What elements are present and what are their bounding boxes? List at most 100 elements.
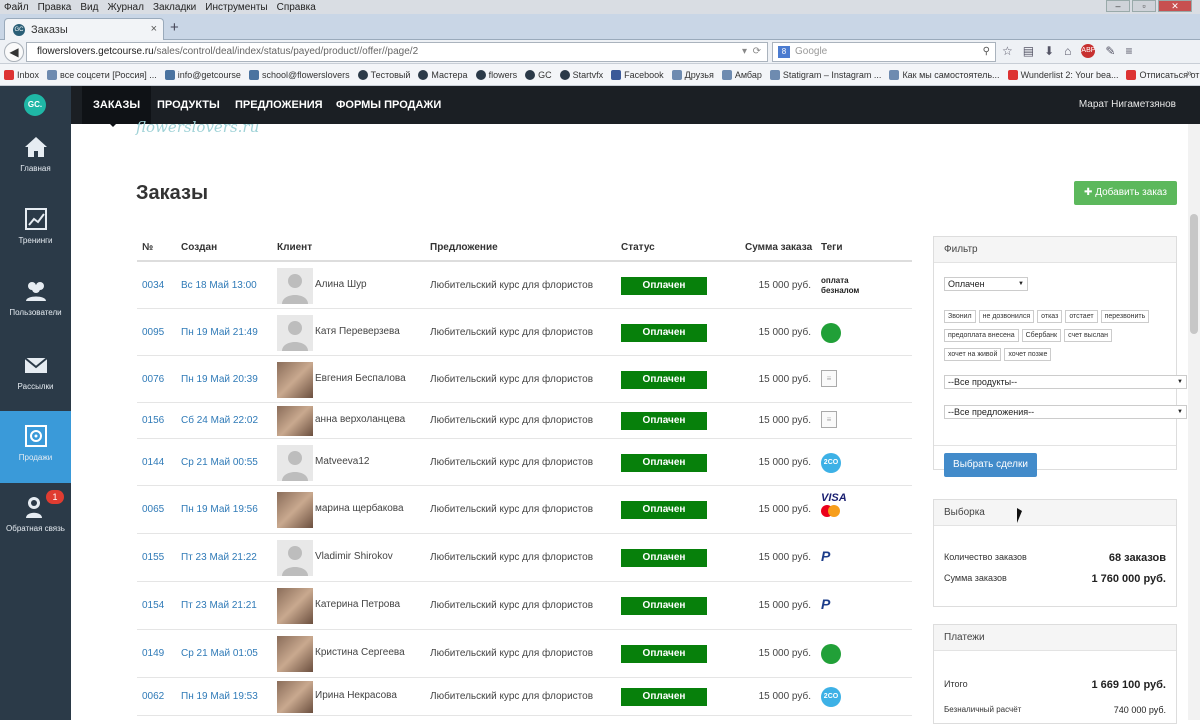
menu-item[interactable]: Закладки <box>153 2 196 13</box>
bookmark-item[interactable]: Мастера <box>418 69 468 80</box>
menu-item[interactable]: Вид <box>80 2 98 13</box>
order-date-link[interactable]: Ср 21 Май 01:05 <box>181 648 258 659</box>
order-date-link[interactable]: Пн 19 Май 19:53 <box>181 691 258 702</box>
bookmark-item[interactable]: Амбар <box>721 69 762 80</box>
order-number-link[interactable]: 0144 <box>142 457 164 468</box>
bookmark-item[interactable]: все соцсети [Россия] ... <box>47 69 157 80</box>
close-tab-icon[interactable]: × <box>151 23 157 35</box>
table-row[interactable]: 0065 Пн 19 Май 19:56 марина щербакова Любит… <box>137 486 912 534</box>
bookmark-item[interactable]: Тестовый <box>357 69 410 80</box>
menu-item[interactable]: Инструменты <box>205 2 267 13</box>
order-number-link[interactable]: 0076 <box>142 374 164 385</box>
getcourse-logo[interactable]: GC. <box>24 94 46 116</box>
offers-select[interactable]: --Все предложения-- ▼ <box>944 405 1187 419</box>
table-row[interactable]: 0034 Вс 18 Май 13:00 Алина Шур Любительский… <box>137 262 912 309</box>
client-name[interactable]: Катерина Петрова <box>315 599 400 610</box>
client-name[interactable]: Ирина Некрасова <box>315 690 397 701</box>
scrollbar-thumb[interactable] <box>1190 214 1198 334</box>
order-number-link[interactable]: 0062 <box>142 691 164 702</box>
table-row[interactable]: 0155 Пт 23 Май 21:22 Vladimir Shirokov Люби… <box>137 534 912 582</box>
tag-filter-chip[interactable]: отстает <box>1065 310 1098 323</box>
client-name[interactable]: Катя Переверзева <box>315 326 400 337</box>
order-date-link[interactable]: Вс 18 Май 13:00 <box>181 280 257 291</box>
bookmarks-list-icon[interactable]: ▤ <box>1023 44 1034 58</box>
tag-filter-chip[interactable]: предоплата внесена <box>944 329 1019 342</box>
bookmark-item[interactable]: flowers <box>475 69 517 80</box>
sidebar-item-envelope[interactable]: Рассылки <box>0 340 71 412</box>
tag-filter-chip[interactable]: перезвонить <box>1100 310 1150 323</box>
tag-filter-chip[interactable]: Сбербанк <box>1021 329 1062 342</box>
add-order-button[interactable]: ✚ Добавить заказ <box>1074 181 1177 205</box>
order-date-link[interactable]: Ср 21 Май 00:55 <box>181 457 258 468</box>
sidebar-item-safe[interactable]: Продажи <box>0 411 71 483</box>
select-deals-button[interactable]: Выбрать сделки <box>944 453 1037 477</box>
search-input[interactable]: 8 Google ⚲ <box>772 42 996 62</box>
tab-orders[interactable]: GC Заказы × <box>4 18 164 40</box>
bookmark-item[interactable]: GC <box>525 69 552 80</box>
tag-filter-chip[interactable]: хочет позже <box>1004 348 1052 361</box>
order-number-link[interactable]: 0095 <box>142 327 164 338</box>
bookmark-item[interactable]: Как мы самостоятель... <box>889 69 1000 80</box>
tag-filter-chip[interactable]: хочет на живой <box>944 348 1002 361</box>
order-number-link[interactable]: 0156 <box>142 415 164 426</box>
sidebar-item-users[interactable]: Пользователи <box>0 266 71 338</box>
order-number-link[interactable]: 0155 <box>142 552 164 563</box>
maximize-button[interactable]: ▫ <box>1132 0 1156 12</box>
table-row[interactable]: 0144 Ср 21 Май 00:55 Matveeva12 Любительски… <box>137 439 912 486</box>
table-row[interactable]: 0149 Ср 21 Май 01:05 Кристина Сергеева Люби… <box>137 630 912 678</box>
tag-filter-chip[interactable]: отказ <box>1037 310 1063 323</box>
client-name[interactable]: марина щербакова <box>315 503 404 514</box>
tag-filter-chip[interactable]: Звонил <box>944 310 976 323</box>
client-name[interactable]: Matveeva12 <box>315 456 369 467</box>
menu-item[interactable]: Журнал <box>107 2 144 13</box>
table-row[interactable]: 0095 Пн 19 Май 21:49 Катя Переверзева Любит… <box>137 309 912 356</box>
tab-sale-forms[interactable]: ФОРМЫ ПРОДАЖИ <box>325 86 452 124</box>
bookmark-item[interactable]: Startvfx <box>559 69 603 80</box>
order-date-link[interactable]: Пн 19 Май 19:56 <box>181 504 258 515</box>
client-name[interactable]: Vladimir Shirokov <box>315 551 393 562</box>
address-bar[interactable]: flowerslovers.getcourse.ru/sales/control… <box>26 42 768 62</box>
menu-item[interactable]: Справка <box>277 2 316 13</box>
bookmark-item[interactable]: Statigram – Instagram ... <box>769 69 881 80</box>
bookmark-star-icon[interactable]: ☆ <box>1002 44 1013 58</box>
client-name[interactable]: Алина Шур <box>315 279 367 290</box>
order-number-link[interactable]: 0065 <box>142 504 164 515</box>
menu-item[interactable]: Файл <box>4 2 29 13</box>
table-row[interactable]: 0062 Пн 19 Май 19:53 Ирина Некрасова Любите… <box>137 678 912 716</box>
products-select[interactable]: --Все продукты-- ▼ <box>944 375 1187 389</box>
bookmark-item[interactable]: Wunderlist 2: Your bea... <box>1007 69 1118 80</box>
back-button[interactable]: ◀ <box>4 42 24 62</box>
order-date-link[interactable]: Пн 19 Май 20:39 <box>181 374 258 385</box>
client-name[interactable]: Евгения Беспалова <box>315 373 406 384</box>
user-name[interactable]: Марат Нигаметзянов <box>1079 86 1176 124</box>
sidebar-item-chart[interactable]: Тренинги <box>0 194 71 266</box>
adblock-icon[interactable]: ABP <box>1081 44 1095 58</box>
page-scrollbar[interactable] <box>1188 124 1200 720</box>
home-icon[interactable]: ⌂ <box>1064 44 1071 58</box>
order-date-link[interactable]: Пт 23 Май 21:21 <box>181 600 257 611</box>
tag-filter-chip[interactable]: счет выслан <box>1064 329 1113 342</box>
bookmark-item[interactable]: Друзья <box>671 69 714 80</box>
tag-filter-chip[interactable]: не дозвонился <box>978 310 1035 323</box>
sidebar-item-home[interactable]: Главная <box>0 122 71 194</box>
sidebar-item-feedback[interactable]: Обратная связь 1 <box>0 482 71 554</box>
order-date-link[interactable]: Пт 23 Май 21:22 <box>181 552 257 563</box>
client-name[interactable]: анна верхоланцева <box>315 414 405 425</box>
minimize-button[interactable]: – <box>1106 0 1130 12</box>
download-icon[interactable]: ⬇ <box>1044 44 1054 58</box>
order-number-link[interactable]: 0154 <box>142 600 164 611</box>
order-date-link[interactable]: Пн 19 Май 21:49 <box>181 327 258 338</box>
bookmark-item[interactable]: info@getcourse <box>164 69 241 80</box>
order-date-link[interactable]: Сб 24 Май 22:02 <box>181 415 258 426</box>
new-tab-button[interactable]: + <box>170 19 179 36</box>
table-row[interactable]: 0076 Пн 19 Май 20:39 Евгения Беспалова Люби… <box>137 356 912 403</box>
search-icon[interactable]: ⚲ <box>983 43 990 61</box>
bookmark-item[interactable]: Facebook <box>611 69 664 80</box>
bookmark-item[interactable]: school@flowerslovers <box>248 69 350 80</box>
status-select[interactable]: Оплачен ▼ <box>944 277 1028 291</box>
bookmarks-overflow-icon[interactable]: » <box>1186 68 1192 79</box>
extension-icon[interactable]: ✎ <box>1105 44 1115 58</box>
menu-item[interactable]: Правка <box>38 2 72 13</box>
bookmark-item[interactable]: Inbox <box>4 69 39 80</box>
reload-icon[interactable]: ▾ ⟳ <box>742 43 761 61</box>
